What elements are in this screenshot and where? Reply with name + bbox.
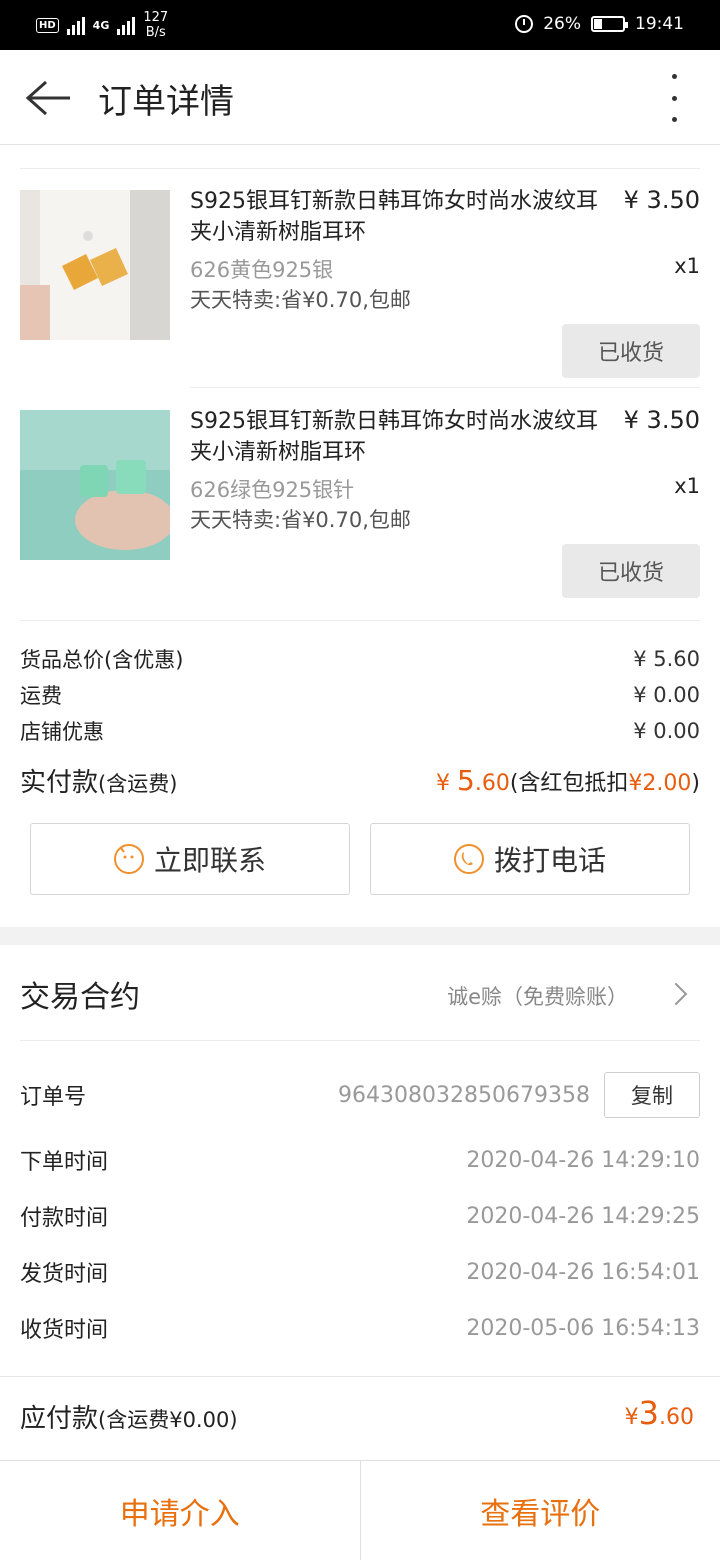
paid-note-amount: ¥2.00 [628,771,692,796]
contract-value[interactable]: 诚e赊（免费赊账） [447,981,628,1011]
amount-due-int: 3 [638,1394,659,1432]
shipping-value: ¥ 0.00 [633,683,700,707]
paid-note-suffix: ) [691,771,700,796]
amount-due-note: (含运费¥0.00) [98,1408,238,1432]
order-time-value: 2020-04-26 14:29:10 [466,1147,700,1173]
amount-due-currency: ¥ [624,1405,639,1430]
shipping-label: 运费 [20,684,62,708]
product-quantity: x1 [674,254,700,278]
product-promo: 天天特卖:省¥0.70,包邮 [190,288,411,312]
amount-due-label-main: 应付款 [20,1404,99,1434]
product-name[interactable]: S925银耳钉新款日韩耳饰女时尚水波纹耳夹小清新树脂耳环 [190,186,610,248]
paid-note-prefix: (含红包抵扣 [509,771,629,796]
status-time: 19:41 [635,14,684,34]
contract-title[interactable]: 交易合约 [20,972,140,1016]
payment-time-label: 付款时间 [20,1206,109,1231]
goods-total-row: 货品总价(含优惠) ¥ 5.60 [20,644,700,674]
divider [20,620,700,621]
actual-paid-label: 实付款(含运费) [20,762,177,799]
more-options-icon[interactable] [668,74,680,122]
product-spec: 626绿色925银针 [190,478,355,502]
shipment-time-label: 发货时间 [20,1262,109,1287]
product-price: ¥ 3.50 [623,406,700,434]
goods-total-value: ¥ 5.60 [633,647,700,671]
chat-bubble-icon [113,844,144,874]
order-time-row: 下单时间 2020-04-26 14:29:10 [20,1144,700,1176]
actual-paid-label-note: (含运费) [98,772,178,796]
copy-button[interactable]: 复制 [604,1072,700,1118]
product-spec: 626黄色925银 [190,258,334,282]
battery-icon [591,16,628,32]
actual-paid-label-main: 实付款 [20,768,99,798]
page-title: 订单详情 [98,82,234,122]
order-time-label: 下单时间 [20,1150,109,1175]
receipt-time-label: 收货时间 [20,1318,109,1343]
order-number-label: 订单号 [20,1085,87,1110]
amount-due-label: 应付款(含运费¥0.00) [20,1398,238,1435]
signal-icon [66,15,85,35]
signal-icon-2 [117,15,136,35]
shipment-time-row: 发货时间 2020-04-26 16:54:01 [20,1256,700,1288]
status-bar: HD 4G 127 B/s 26% 19:41 [0,0,720,50]
receipt-time-value: 2020-05-06 16:54:13 [466,1315,700,1341]
shipping-row: 运费 ¥ 0.00 [20,680,700,710]
product-name[interactable]: S925银耳钉新款日韩耳饰女时尚水波纹耳夹小清新树脂耳环 [190,406,610,468]
order-number-group: 964308032850679358 复制 [338,1072,700,1118]
actual-paid-int: 5 [457,764,475,797]
actual-paid-dec: .60 [474,771,510,796]
order-number-value: 964308032850679358 [338,1082,590,1108]
shipment-time-value: 2020-04-26 16:54:01 [466,1259,700,1285]
product-promo: 天天特卖:省¥0.70,包邮 [190,508,411,532]
chevron-right-icon[interactable] [664,982,688,1006]
amount-due-dec: .60 [659,1405,694,1430]
contact-seller-button[interactable]: 立即联系 [30,823,350,895]
product-quantity: x1 [674,474,700,498]
store-discount-label: 店铺优惠 [20,720,104,744]
store-discount-value: ¥ 0.00 [633,719,700,743]
view-review-button[interactable]: 查看评价 [359,1461,720,1560]
product-item[interactable]: S925银耳钉新款日韩耳饰女时尚水波纹耳夹小清新树脂耳环 ¥ 3.50 626黄… [0,168,720,388]
amount-due-value: ¥3.60 [625,1394,694,1432]
payment-time-value: 2020-04-26 14:29:25 [466,1203,700,1229]
alarm-icon [515,15,534,33]
divider [0,1376,720,1377]
store-discount-row: 店铺优惠 ¥ 0.00 [20,716,700,746]
network-type: 4G [92,18,110,32]
product-image[interactable] [20,190,170,340]
bottom-action-bar: 申请介入 查看评价 [0,1460,720,1560]
actual-paid-value: ¥ 5.60(含红包抵扣¥2.00) [436,764,700,797]
product-image[interactable] [20,410,170,560]
hd-badge: HD [36,17,59,33]
back-arrow-icon[interactable] [24,78,72,118]
divider [20,1040,700,1041]
network-speed-value: 127 [143,10,169,25]
product-price: ¥ 3.50 [623,186,700,214]
network-speed-unit: B/s [145,25,166,40]
actual-paid-row: 实付款(含运费) ¥ 5.60(含红包抵扣¥2.00) [20,762,700,799]
status-right: 26% 19:41 [515,14,684,34]
payment-time-row: 付款时间 2020-04-26 14:29:25 [20,1200,700,1232]
product-item[interactable]: S925银耳钉新款日韩耳饰女时尚水波纹耳夹小清新树脂耳环 ¥ 3.50 626绿… [0,388,720,608]
received-status-button[interactable]: 已收货 [562,324,700,378]
order-number-row: 订单号 964308032850679358 复制 [20,1072,700,1118]
call-phone-label: 拨打电话 [493,845,606,876]
call-phone-button[interactable]: 拨打电话 [370,823,690,895]
status-left: HD 4G 127 B/s [36,10,168,40]
contact-seller-label: 立即联系 [153,845,266,876]
app-bar: 订单详情 [0,50,720,145]
phone-icon [453,844,484,874]
battery-percent: 26% [543,14,581,34]
network-speed: 127 B/s [143,10,168,40]
goods-total-label: 货品总价(含优惠) [20,648,184,672]
apply-intervention-button[interactable]: 申请介入 [0,1461,360,1560]
receipt-time-row: 收货时间 2020-05-06 16:54:13 [20,1312,700,1344]
section-separator [0,927,720,945]
received-status-button[interactable]: 已收货 [562,544,700,598]
actual-paid-currency: ¥ [436,771,457,796]
